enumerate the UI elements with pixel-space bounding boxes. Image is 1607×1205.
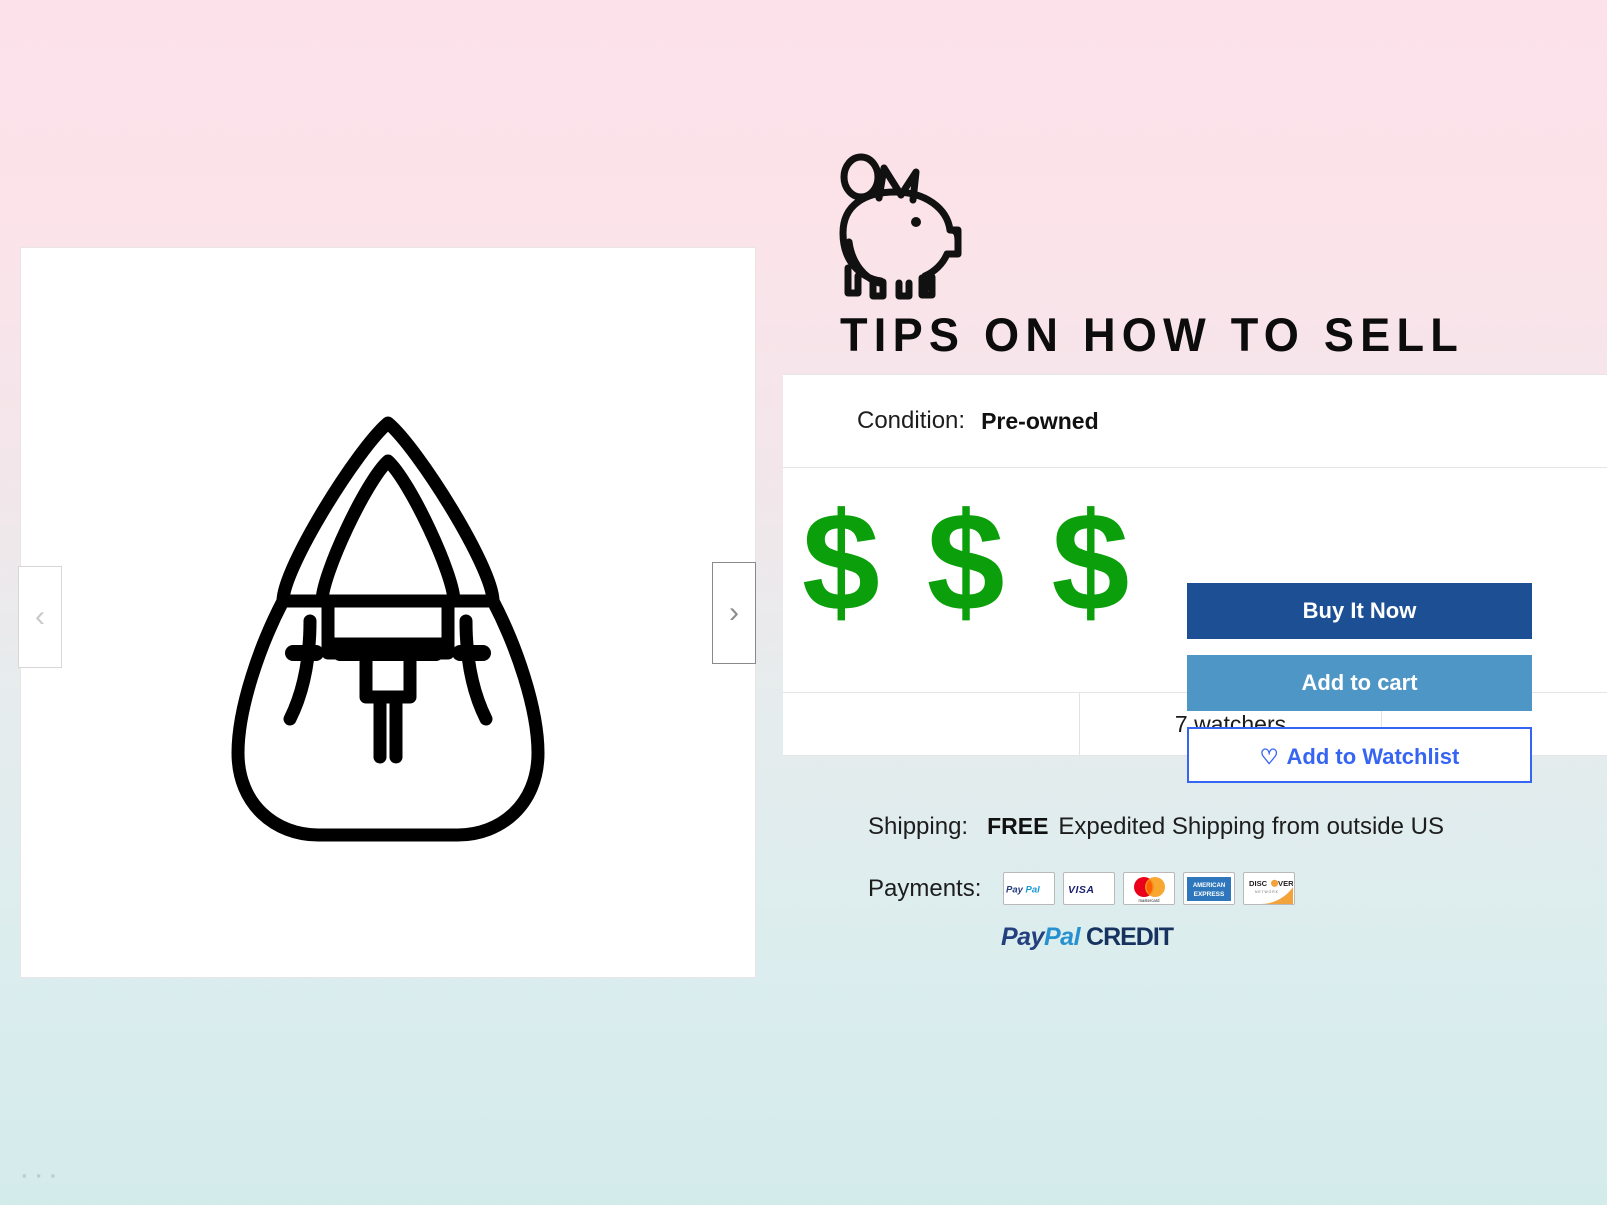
page-title: TIPS ON HOW TO SELL bbox=[840, 308, 1465, 361]
shipping-row: Shipping: FREE Expedited Shipping from o… bbox=[783, 813, 1607, 841]
action-buttons: Buy It Now Add to cart ♡ Add to Watchlist bbox=[1187, 583, 1532, 783]
payments-label: Payments: bbox=[868, 874, 982, 902]
svg-text:Pal: Pal bbox=[1026, 884, 1041, 895]
svg-text:AMERICAN: AMERICAN bbox=[1193, 883, 1225, 889]
price-display: $ $ $ bbox=[802, 483, 1134, 640]
svg-text:Pay: Pay bbox=[1006, 884, 1024, 895]
listing-card: Condition: Pre-owned $ $ $ Buy It Now Ad… bbox=[783, 374, 1607, 783]
add-to-watchlist-label: Add to Watchlist bbox=[1286, 744, 1460, 769]
svg-text:mastercard: mastercard bbox=[1139, 898, 1161, 903]
shipping-free-badge: FREE bbox=[987, 813, 1049, 839]
product-image-handbag[interactable] bbox=[21, 248, 755, 977]
paypal-credit-logo: PayPal CREDIT bbox=[1001, 923, 1607, 952]
product-gallery bbox=[20, 247, 756, 978]
corner-dots: ▪ ▪ ▪ bbox=[22, 1168, 59, 1183]
american-express-icon: AMERICAN EXPRESS bbox=[1183, 872, 1236, 905]
svg-text:N E T W O R K: N E T W O R K bbox=[1255, 890, 1279, 894]
condition-label: Condition: bbox=[857, 407, 966, 434]
watchers-cell-left bbox=[783, 693, 1080, 755]
price-and-actions-row: $ $ $ Buy It Now Add to cart ♡ Add to Wat… bbox=[783, 468, 1607, 783]
gallery-prev-button[interactable]: ‹ bbox=[18, 566, 62, 668]
shipping-label: Shipping: bbox=[868, 813, 969, 840]
shipping-description: Expedited Shipping from outside US bbox=[1058, 813, 1444, 840]
visa-icon: VISA bbox=[1063, 872, 1116, 905]
condition-row: Condition: Pre-owned bbox=[783, 375, 1607, 468]
paypal-credit-pal: Pal bbox=[1043, 923, 1081, 951]
svg-text:VISA: VISA bbox=[1068, 884, 1095, 896]
svg-text:VER: VER bbox=[1278, 879, 1293, 888]
promo-header: TIPS ON HOW TO SELL bbox=[812, 150, 1592, 358]
buy-it-now-button[interactable]: Buy It Now bbox=[1187, 583, 1532, 639]
chevron-left-icon: ‹ bbox=[35, 600, 45, 633]
payments-row: Payments: Pay Pal VISA mastercard AMERIC… bbox=[783, 872, 1607, 905]
piggy-bank-icon bbox=[821, 150, 1592, 305]
chevron-right-icon: › bbox=[729, 596, 739, 629]
paypal-credit-pay: Pay bbox=[1001, 923, 1044, 951]
payment-method-icons: Pay Pal VISA mastercard AMERICAN EXPRESS… bbox=[1003, 872, 1296, 905]
mastercard-icon: mastercard bbox=[1123, 872, 1176, 905]
condition-value: Pre-owned bbox=[981, 407, 1099, 434]
discover-icon: DISC VER N E T W O R K bbox=[1243, 872, 1296, 905]
svg-text:DISC: DISC bbox=[1249, 879, 1268, 888]
heart-icon: ♡ bbox=[1259, 746, 1279, 769]
fulfilment-section: Shipping: FREE Expedited Shipping from o… bbox=[783, 783, 1607, 952]
svg-text:EXPRESS: EXPRESS bbox=[1194, 891, 1225, 898]
add-to-cart-button[interactable]: Add to cart bbox=[1187, 655, 1532, 711]
add-to-watchlist-button[interactable]: ♡ Add to Watchlist bbox=[1187, 727, 1532, 783]
paypal-credit-credit: CREDIT bbox=[1086, 923, 1174, 951]
gallery-next-button[interactable]: › bbox=[712, 562, 756, 664]
paypal-icon: Pay Pal bbox=[1003, 872, 1056, 905]
